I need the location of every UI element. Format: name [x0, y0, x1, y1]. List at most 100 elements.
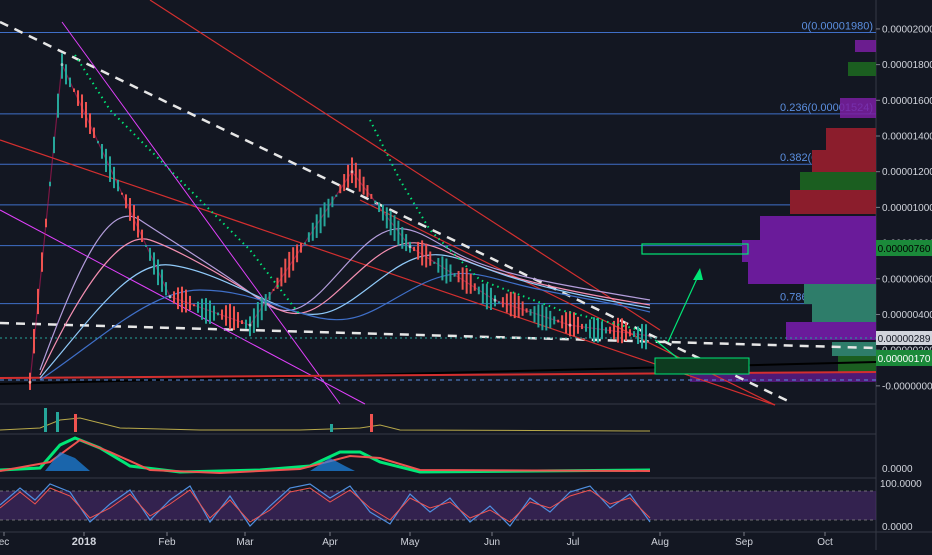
trading-chart[interactable]: 0(0.00001980)0.236(0.00001524)0.382(0.00… — [0, 0, 932, 550]
candle — [581, 323, 583, 330]
candle — [49, 181, 51, 187]
candle — [621, 318, 623, 344]
candle — [509, 291, 512, 317]
candle — [573, 312, 575, 337]
candle — [457, 270, 460, 283]
candle — [633, 331, 635, 338]
candle — [637, 326, 639, 345]
candle — [201, 298, 203, 320]
price-point — [350, 170, 354, 174]
price-label-current-text: 0.00000170 — [878, 354, 931, 365]
candle — [307, 232, 310, 243]
x-tick-label: Jun — [484, 537, 500, 548]
candle — [393, 215, 396, 241]
price-label-target-text: 0.00000760 — [878, 244, 931, 255]
candle — [77, 90, 79, 106]
candle — [315, 214, 318, 238]
candle — [465, 268, 468, 294]
candle — [354, 162, 357, 188]
x-tick-label: Jul — [567, 537, 580, 548]
candle — [292, 247, 295, 271]
candle — [45, 218, 47, 228]
chart-canvas[interactable]: 0(0.00001980)0.236(0.00001524)0.382(0.00… — [0, 0, 932, 550]
candle — [641, 323, 643, 349]
candle — [473, 283, 476, 291]
candle — [300, 243, 302, 253]
y-tick-label: 0.00001000 — [882, 203, 932, 214]
candle — [565, 312, 568, 334]
candle — [335, 194, 338, 197]
candle — [405, 234, 408, 252]
candle — [441, 256, 444, 281]
macd-axis-label: 0.0000 — [882, 464, 913, 475]
candle — [245, 319, 247, 329]
x-tick-label: Feb — [158, 537, 176, 548]
candle — [181, 286, 183, 313]
candle — [629, 329, 631, 337]
candle — [597, 318, 599, 343]
candle — [229, 303, 231, 330]
candle — [549, 310, 552, 329]
candle — [521, 301, 524, 316]
candle — [461, 267, 464, 290]
candle — [413, 246, 416, 252]
candle — [101, 143, 103, 159]
price-point — [493, 298, 497, 302]
x-tick-label: Apr — [322, 537, 338, 548]
price-point — [28, 380, 32, 384]
candle — [501, 297, 504, 308]
candle — [272, 288, 275, 291]
candle — [593, 317, 595, 343]
candle — [153, 252, 155, 275]
candle — [149, 247, 151, 261]
candle — [577, 316, 579, 334]
candle — [93, 127, 95, 139]
price-point — [60, 63, 64, 67]
candle — [617, 317, 619, 343]
candle — [165, 282, 167, 296]
candle — [489, 287, 492, 310]
candle — [589, 319, 591, 339]
candle — [161, 269, 163, 292]
candle — [109, 156, 111, 182]
candle — [225, 305, 227, 326]
candle — [425, 243, 428, 268]
candle — [252, 308, 255, 333]
candle — [601, 321, 603, 340]
candle — [311, 222, 314, 241]
candle — [433, 261, 436, 264]
candle — [221, 309, 223, 320]
fib-label-0: 0(0.00001980) — [801, 20, 873, 32]
candle — [561, 315, 564, 329]
candle — [374, 200, 377, 204]
candle — [378, 202, 381, 213]
candle — [553, 316, 556, 325]
candle — [517, 295, 520, 318]
price-label-mid: 0.00000289 — [876, 331, 932, 345]
candle — [541, 304, 544, 331]
candle — [284, 258, 287, 283]
candle — [185, 289, 187, 313]
candle — [445, 258, 448, 284]
candle — [81, 94, 83, 119]
candle — [401, 226, 404, 249]
candle — [241, 320, 243, 325]
price-point — [568, 323, 572, 327]
entry-box[interactable] — [654, 357, 750, 375]
candle — [370, 193, 373, 199]
x-tick-label: Aug — [651, 537, 669, 548]
candle — [73, 88, 75, 92]
y-tick-label: 0.00001400 — [882, 132, 932, 143]
candle — [323, 202, 326, 227]
candle — [125, 194, 127, 209]
candle — [37, 288, 39, 315]
candle — [347, 164, 350, 188]
candle — [545, 306, 548, 331]
candle — [449, 264, 452, 282]
price-label-mid-text: 0.00000289 — [878, 334, 931, 345]
x-tick-label: Sep — [735, 537, 753, 548]
x-tick-label: Oct — [817, 537, 833, 548]
candle — [385, 207, 388, 229]
candle — [533, 306, 536, 323]
price-point — [248, 323, 252, 327]
